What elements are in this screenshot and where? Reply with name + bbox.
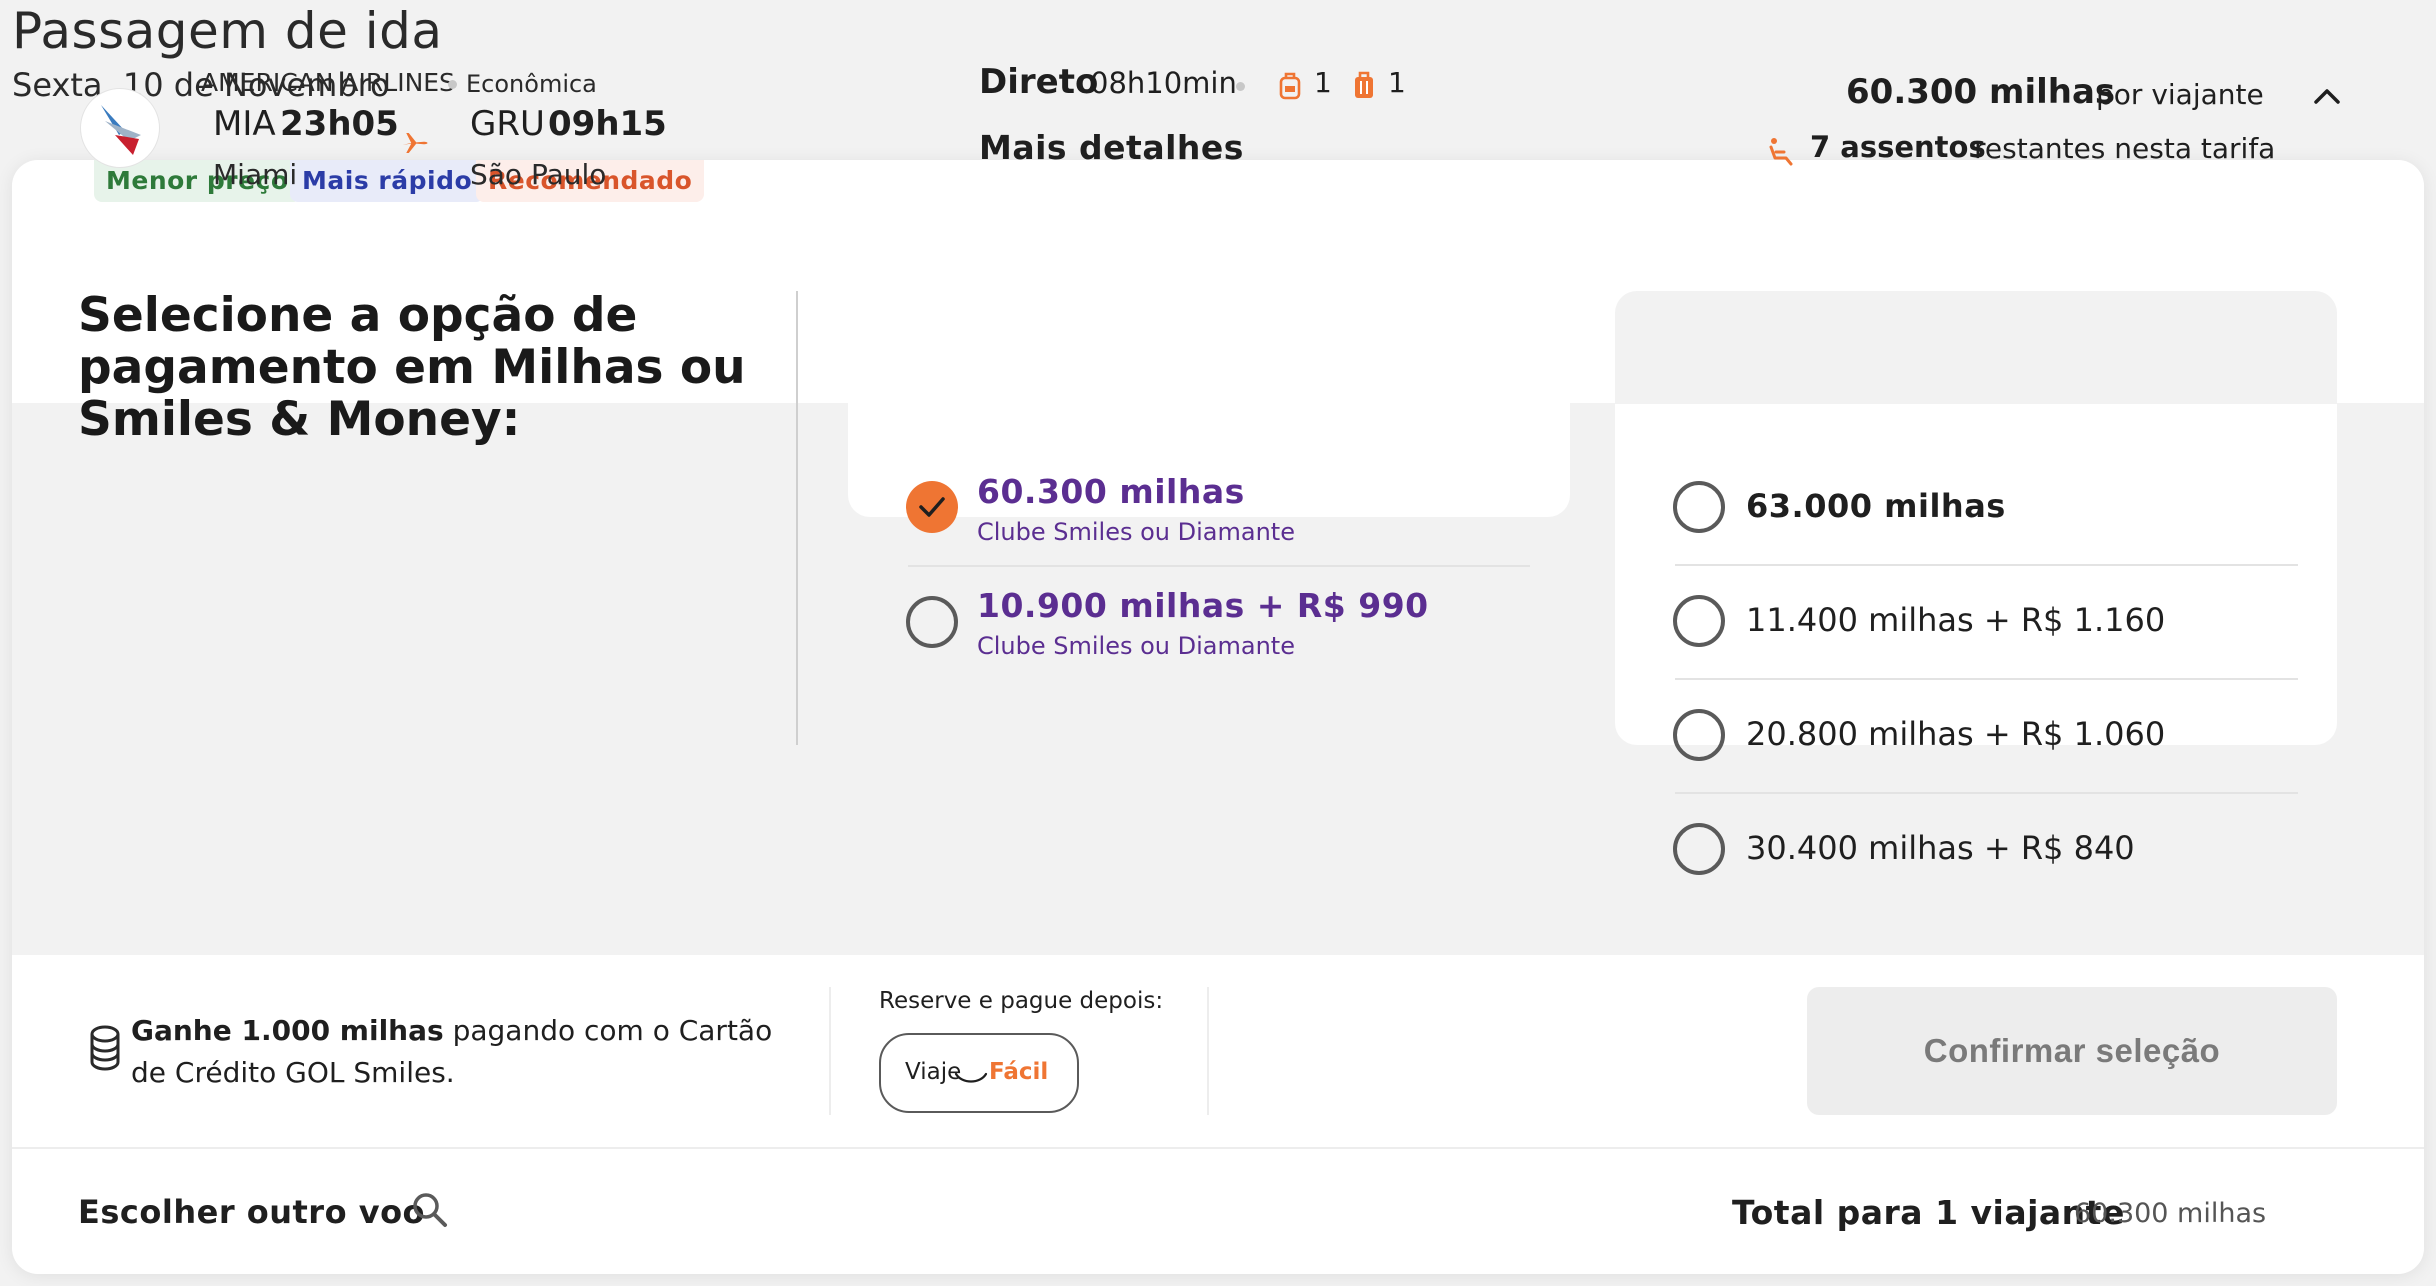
chevron-up-icon[interactable] xyxy=(2312,86,2342,110)
regular-option-1-title[interactable]: 63.000 milhas xyxy=(1746,487,2006,525)
more-details-link[interactable]: Mais detalhes xyxy=(979,128,1244,167)
american-airlines-logo-icon xyxy=(101,105,141,155)
total-value: 60.300 milhas xyxy=(2074,1198,2267,1229)
airplane-icon xyxy=(400,128,430,162)
footer-divider xyxy=(12,1147,2424,1149)
backpack-icon xyxy=(1278,70,1302,104)
regular-option-3-title[interactable]: 20.800 milhas + R$ 1.060 xyxy=(1746,715,2165,753)
radio-option-2[interactable] xyxy=(906,596,958,648)
price-miles: 60.300 milhas xyxy=(1846,72,2116,112)
club-option-1-title[interactable]: 60.300 milhas xyxy=(977,472,1245,511)
confirm-selection-button[interactable]: Confirmar seleção xyxy=(1807,987,2337,1115)
separator-dot xyxy=(448,80,457,89)
radio-regular-option-1[interactable] xyxy=(1673,481,1725,533)
radio-regular-option-2[interactable] xyxy=(1673,595,1725,647)
club-option-2-subtitle: Clube Smiles ou Diamante xyxy=(977,632,1295,660)
regular-option-2-title[interactable]: 11.400 milhas + R$ 1.160 xyxy=(1746,601,2165,639)
price-per-traveler: por viajante xyxy=(2096,78,2264,111)
checkmark-icon xyxy=(919,497,945,517)
coins-icon xyxy=(88,1024,122,1076)
option-separator xyxy=(908,565,1530,567)
destination-city: São Paulo xyxy=(470,158,607,191)
viaje-facil-logo-part-2: Fácil xyxy=(989,1059,1049,1085)
earn-miles-promo: Ganhe 1.000 milhas pagando com o Cartão … xyxy=(131,1010,791,1094)
club-option-1-subtitle: Clube Smiles ou Diamante xyxy=(977,518,1295,546)
destination-time: 09h15 xyxy=(548,104,667,144)
payment-heading: Selecione a opção de pagamento em Milhas… xyxy=(78,288,746,447)
cabin-class: Econômica xyxy=(466,70,597,98)
seat-icon xyxy=(1766,136,1796,170)
reserve-label: Reserve e pague depois: xyxy=(879,988,1164,1014)
radio-selected-option-1[interactable] xyxy=(906,481,958,533)
direct-label: Direto xyxy=(979,62,1099,102)
seats-remaining-label: restantes nesta tarifa xyxy=(1974,132,2276,165)
earn-miles-bold: Ganhe 1.000 milhas xyxy=(131,1014,444,1047)
origin-time: 23h05 xyxy=(280,104,399,144)
option-separator xyxy=(1675,678,2298,680)
search-icon[interactable] xyxy=(410,1190,450,1234)
suitcase-icon xyxy=(1352,70,1376,104)
choose-other-flight-link[interactable]: Escolher outro voo xyxy=(78,1193,425,1231)
origin-city: Miami xyxy=(213,158,298,191)
carry-on-count: 1 xyxy=(1314,66,1332,99)
checked-bag-count: 1 xyxy=(1388,66,1406,99)
vertical-divider xyxy=(796,291,798,745)
footer-divider-1 xyxy=(829,987,831,1115)
destination-code: GRU xyxy=(470,104,545,144)
flight-duration: 08h10min xyxy=(1090,66,1237,100)
footer-divider-2 xyxy=(1207,987,1209,1115)
airline-logo xyxy=(80,88,160,168)
smile-icon xyxy=(954,1070,988,1089)
option-separator xyxy=(1675,792,2298,794)
regular-option-4-title[interactable]: 30.400 milhas + R$ 840 xyxy=(1746,829,2135,867)
page-title: Passagem de ida xyxy=(12,2,443,60)
club-option-2-title[interactable]: 10.900 milhas + R$ 990 xyxy=(977,586,1429,625)
separator-dot xyxy=(1236,82,1245,91)
origin-code: MIA xyxy=(213,104,276,144)
tag-fastest: Mais rápido xyxy=(290,160,485,202)
seats-remaining: 7 assentos xyxy=(1810,130,1986,164)
radio-regular-option-4[interactable] xyxy=(1673,823,1725,875)
radio-regular-option-3[interactable] xyxy=(1673,709,1725,761)
airline-name: AMERICAN AIRLINES xyxy=(201,68,455,97)
hover-highlight xyxy=(1615,291,2337,404)
option-separator xyxy=(1675,564,2298,566)
total-label: Total para 1 viajante xyxy=(1732,1193,2125,1232)
viaje-facil-logo-part-1: Viaje xyxy=(905,1059,962,1085)
